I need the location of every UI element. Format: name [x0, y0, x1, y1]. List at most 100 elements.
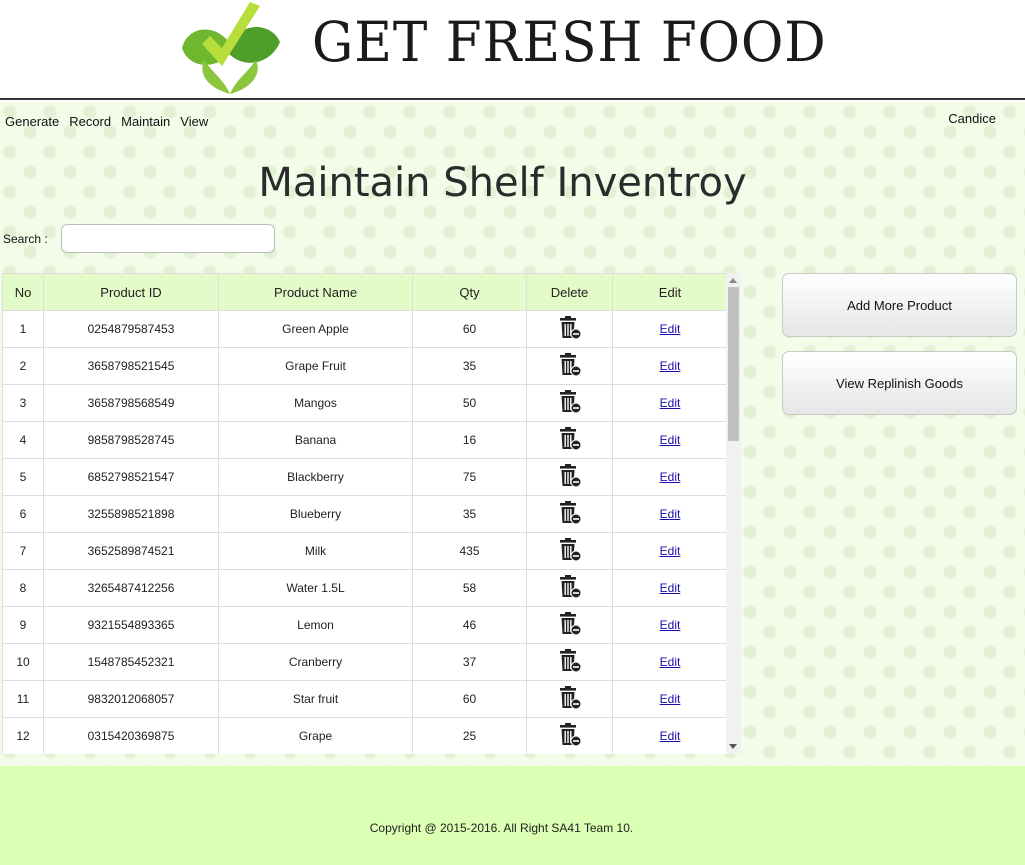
- edit-link[interactable]: Edit: [660, 359, 681, 373]
- cell-edit: Edit: [612, 310, 728, 348]
- trash-icon[interactable]: [558, 315, 582, 340]
- scroll-down-arrow-icon[interactable]: [729, 744, 737, 749]
- cell-edit: Edit: [612, 532, 728, 570]
- cell-qty: 16: [412, 421, 527, 459]
- nav-view[interactable]: View: [180, 112, 208, 129]
- cell-delete: [526, 643, 613, 681]
- table-header-row: No Product ID Product Name Qty Delete Ed…: [2, 273, 728, 311]
- edit-link[interactable]: Edit: [660, 729, 681, 743]
- edit-link[interactable]: Edit: [660, 655, 681, 669]
- view-replinish-goods-button[interactable]: View Replinish Goods: [782, 351, 1017, 415]
- trash-icon[interactable]: [558, 611, 582, 636]
- table-row[interactable]: 5 6852798521547 Blackberry 75 Edit: [2, 458, 728, 496]
- cell-product-name: Banana: [218, 421, 413, 459]
- header-edit: Edit: [612, 273, 728, 311]
- edit-link[interactable]: Edit: [660, 322, 681, 336]
- table-row[interactable]: 6 3255898521898 Blueberry 35 Edit: [2, 495, 728, 533]
- cell-qty: 25: [412, 717, 527, 754]
- cell-no: 3: [2, 384, 44, 422]
- scroll-up-arrow-icon[interactable]: [729, 278, 737, 283]
- table-row[interactable]: 3 3658798568549 Mangos 50 Edit: [2, 384, 728, 422]
- edit-link[interactable]: Edit: [660, 581, 681, 595]
- table-row[interactable]: 9 9321554893365 Lemon 46 Edit: [2, 606, 728, 644]
- trash-icon[interactable]: [558, 463, 582, 488]
- table-row[interactable]: 2 3658798521545 Grape Fruit 35 Edit: [2, 347, 728, 385]
- user-name[interactable]: Candice: [948, 111, 996, 126]
- cell-delete: [526, 717, 613, 754]
- nav-record[interactable]: Record: [69, 112, 111, 129]
- cell-edit: Edit: [612, 717, 728, 754]
- edit-link[interactable]: Edit: [660, 692, 681, 706]
- cell-qty: 75: [412, 458, 527, 496]
- search-input[interactable]: [61, 224, 275, 253]
- nav-generate[interactable]: Generate: [5, 112, 59, 129]
- trash-icon[interactable]: [558, 685, 582, 710]
- cell-qty: 37: [412, 643, 527, 681]
- table-scrollbar[interactable]: [726, 273, 741, 754]
- site-footer: Copyright @ 2015-2016. All Right SA41 Te…: [0, 766, 1025, 865]
- cell-no: 1: [2, 310, 44, 348]
- table-row[interactable]: 4 9858798528745 Banana 16 Edit: [2, 421, 728, 459]
- top-navbar: Generate Record Maintain View Candice: [0, 102, 1025, 138]
- nav-maintain[interactable]: Maintain: [121, 112, 170, 129]
- cell-product-id: 3652589874521: [43, 532, 219, 570]
- header-product-id[interactable]: Product ID: [43, 273, 219, 311]
- cell-product-id: 3658798568549: [43, 384, 219, 422]
- cell-product-id: 9321554893365: [43, 606, 219, 644]
- cell-product-name: Grape: [218, 717, 413, 754]
- header-qty[interactable]: Qty: [412, 273, 527, 311]
- cell-qty: 60: [412, 310, 527, 348]
- table-row[interactable]: 8 3265487412256 Water 1.5L 58 Edit: [2, 569, 728, 607]
- edit-link[interactable]: Edit: [660, 433, 681, 447]
- cell-product-name: Lemon: [218, 606, 413, 644]
- table-row[interactable]: 12 0315420369875 Grape 25 Edit: [2, 717, 728, 754]
- cell-product-name: Blackberry: [218, 458, 413, 496]
- cell-no: 10: [2, 643, 44, 681]
- cell-product-name: Mangos: [218, 384, 413, 422]
- edit-link[interactable]: Edit: [660, 396, 681, 410]
- cell-product-name: Star fruit: [218, 680, 413, 718]
- table-row[interactable]: 11 9832012068057 Star fruit 60 Edit: [2, 680, 728, 718]
- cell-edit: Edit: [612, 680, 728, 718]
- cell-product-id: 3255898521898: [43, 495, 219, 533]
- trash-icon[interactable]: [558, 648, 582, 673]
- edit-link[interactable]: Edit: [660, 507, 681, 521]
- table-row[interactable]: 10 1548785452321 Cranberry 37 Edit: [2, 643, 728, 681]
- cell-qty: 35: [412, 347, 527, 385]
- cell-qty: 58: [412, 569, 527, 607]
- table-row[interactable]: 1 0254879587453 Green Apple 60 Edit: [2, 310, 728, 348]
- cell-no: 7: [2, 532, 44, 570]
- cell-product-name: Blueberry: [218, 495, 413, 533]
- cell-delete: [526, 384, 613, 422]
- search-label: Search :: [3, 232, 48, 246]
- trash-icon[interactable]: [558, 722, 582, 747]
- trash-icon[interactable]: [558, 537, 582, 562]
- cell-delete: [526, 532, 613, 570]
- cell-no: 5: [2, 458, 44, 496]
- trash-icon[interactable]: [558, 389, 582, 414]
- header-delete: Delete: [526, 273, 613, 311]
- cell-no: 2: [2, 347, 44, 385]
- leaf-check-icon: [182, 2, 280, 94]
- trash-icon[interactable]: [558, 426, 582, 451]
- table-row[interactable]: 7 3652589874521 Milk 435 Edit: [2, 532, 728, 570]
- scroll-thumb[interactable]: [728, 287, 739, 441]
- cell-product-id: 3265487412256: [43, 569, 219, 607]
- cell-qty: 50: [412, 384, 527, 422]
- cell-qty: 435: [412, 532, 527, 570]
- cell-delete: [526, 606, 613, 644]
- cell-delete: [526, 458, 613, 496]
- trash-icon[interactable]: [558, 500, 582, 525]
- edit-link[interactable]: Edit: [660, 470, 681, 484]
- header-no[interactable]: No: [2, 273, 44, 311]
- cell-edit: Edit: [612, 458, 728, 496]
- trash-icon[interactable]: [558, 352, 582, 377]
- edit-link[interactable]: Edit: [660, 544, 681, 558]
- cell-delete: [526, 347, 613, 385]
- cell-edit: Edit: [612, 384, 728, 422]
- add-more-product-button[interactable]: Add More Product: [782, 273, 1017, 337]
- header-product-name[interactable]: Product Name: [218, 273, 413, 311]
- cell-product-name: Water 1.5L: [218, 569, 413, 607]
- edit-link[interactable]: Edit: [660, 618, 681, 632]
- trash-icon[interactable]: [558, 574, 582, 599]
